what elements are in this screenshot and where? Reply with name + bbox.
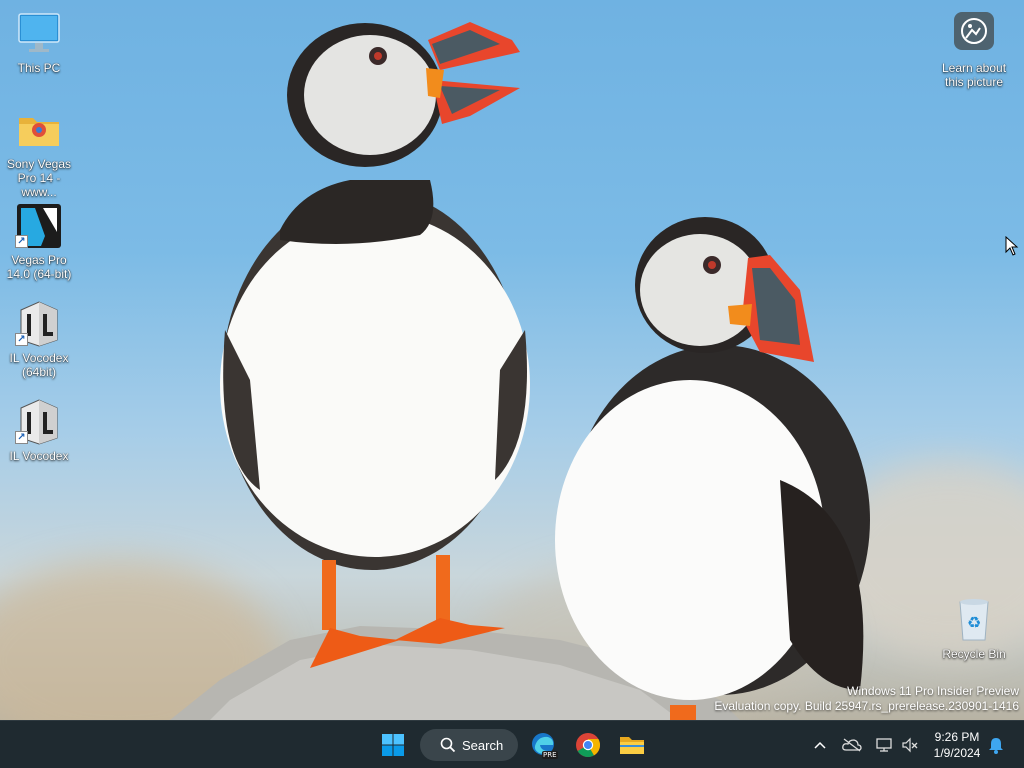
desktop-icon-label: IL Vocodex (64bit) bbox=[9, 351, 69, 379]
shortcut-arrow-icon: ↗ bbox=[15, 235, 28, 248]
desktop-icon-label: Learn about this picture bbox=[941, 61, 1007, 89]
network-tray-button[interactable] bbox=[872, 733, 896, 757]
desktop: This PC Sony Vegas Pro 14 - www... ↗ Veg… bbox=[0, 0, 1024, 720]
desktop-icon-label: Vegas Pro 14.0 (64-bit) bbox=[6, 253, 72, 281]
search-label: Search bbox=[462, 737, 504, 753]
volume-muted-icon bbox=[902, 737, 918, 753]
taskbar-chrome-button[interactable] bbox=[568, 727, 608, 763]
watermark-line-2: Evaluation copy. Build 25947.rs_prerelea… bbox=[714, 699, 1019, 713]
evaluation-watermark: Windows 11 Pro Insider Preview Evaluatio… bbox=[714, 684, 1019, 714]
desktop-icon-this-pc[interactable]: This PC bbox=[1, 10, 77, 75]
volume-tray-button[interactable] bbox=[898, 733, 922, 757]
il-vocodex-icon: ↗ bbox=[15, 398, 63, 446]
desktop-icon-il-vocodex-64[interactable]: ↗ IL Vocodex (64bit) bbox=[1, 300, 77, 379]
taskbar-edge-button[interactable]: PRE bbox=[524, 727, 564, 763]
il-vocodex-icon: ↗ bbox=[15, 300, 63, 348]
vegas-pro-icon: ↗ bbox=[15, 202, 63, 250]
chrome-icon bbox=[576, 733, 601, 758]
shortcut-arrow-icon: ↗ bbox=[15, 333, 28, 346]
desktop-icon-label: IL Vocodex bbox=[9, 449, 69, 463]
search-icon bbox=[440, 737, 456, 753]
camera-info-icon bbox=[950, 10, 998, 58]
folder-icon bbox=[15, 106, 63, 154]
onedrive-tray-button[interactable] bbox=[840, 733, 864, 757]
desktop-icon-vegas-pro[interactable]: ↗ Vegas Pro 14.0 (64-bit) bbox=[1, 202, 77, 281]
mouse-cursor-icon bbox=[1005, 236, 1019, 256]
monitor-icon bbox=[15, 10, 63, 58]
taskbar-clock[interactable]: 9:26 PM 1/9/2024 bbox=[926, 729, 988, 761]
clock-date: 1/9/2024 bbox=[933, 746, 981, 760]
windows-logo-icon bbox=[382, 734, 404, 756]
wallpaper-puffins bbox=[170, 22, 870, 720]
desktop-icon-il-vocodex[interactable]: ↗ IL Vocodex bbox=[1, 398, 77, 463]
clock-time: 9:26 PM bbox=[934, 730, 980, 744]
taskbar-file-explorer-button[interactable] bbox=[612, 727, 652, 763]
folder-icon bbox=[620, 737, 644, 754]
svg-text:♻: ♻ bbox=[967, 613, 981, 632]
start-button[interactable] bbox=[373, 727, 413, 763]
taskbar: Search PRE 9:26 PM 1/9/2024 bbox=[0, 720, 1024, 768]
desktop-icon-label: Sony Vegas Pro 14 - www... bbox=[6, 157, 72, 199]
desktop-icon-sony-vegas-folder[interactable]: Sony Vegas Pro 14 - www... bbox=[1, 106, 77, 199]
onedrive-off-icon bbox=[842, 738, 862, 752]
notifications-button[interactable] bbox=[984, 733, 1008, 757]
desktop-icon-recycle-bin[interactable]: ♻ Recycle Bin bbox=[936, 596, 1012, 661]
show-hidden-icons-button[interactable] bbox=[808, 733, 832, 757]
desktop-icon-label: This PC bbox=[17, 61, 61, 75]
chevron-up-icon bbox=[814, 741, 826, 749]
network-icon bbox=[876, 738, 892, 752]
taskbar-search-button[interactable]: Search bbox=[420, 729, 518, 761]
shortcut-arrow-icon: ↗ bbox=[15, 431, 28, 444]
desktop-icon-label: Recycle Bin bbox=[942, 647, 1006, 661]
recycle-bin-icon: ♻ bbox=[950, 596, 998, 644]
edge-pre-badge: PRE bbox=[542, 751, 558, 759]
watermark-line-1: Windows 11 Pro Insider Preview bbox=[847, 684, 1019, 698]
desktop-icon-learn-about-picture[interactable]: Learn about this picture bbox=[936, 10, 1012, 89]
bell-icon bbox=[989, 738, 1003, 754]
